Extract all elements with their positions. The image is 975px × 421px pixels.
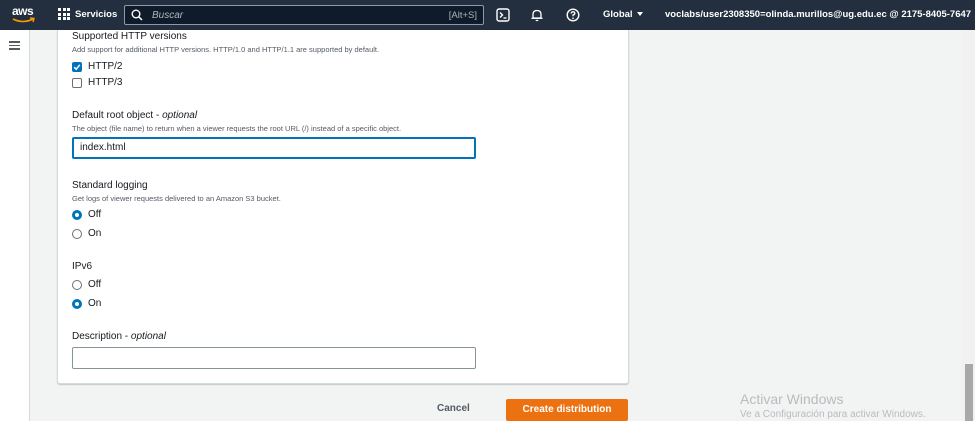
check-icon (73, 64, 81, 71)
grid-icon (58, 8, 70, 20)
aws-smile-icon (12, 17, 35, 23)
http3-checkbox[interactable] (72, 78, 82, 88)
scrollbar-thumb[interactable] (965, 364, 973, 421)
cancel-button[interactable]: Cancel (437, 403, 470, 414)
search-bar[interactable]: Buscar [Alt+S] (124, 5, 484, 25)
http3-label: HTTP/3 (88, 77, 123, 88)
ipv6-label: IPv6 (72, 261, 93, 272)
search-placeholder: Buscar (152, 9, 184, 21)
settings-panel: Supported HTTP versions Add support for … (57, 30, 629, 384)
root-object-input[interactable]: index.html (72, 137, 476, 159)
logging-label: Standard logging (72, 180, 148, 191)
account-menu[interactable]: voclabs/user2308350=olinda.murillos@ug.e… (665, 9, 975, 20)
logging-on-radio[interactable] (72, 229, 82, 239)
aws-logo[interactable]: aws (12, 5, 36, 25)
menu-icon[interactable] (9, 41, 20, 50)
logging-off-label: Off (88, 209, 102, 220)
logging-on-label: On (88, 228, 102, 239)
ipv6-off-radio[interactable] (72, 280, 82, 290)
side-navigation-strip (0, 30, 30, 421)
http2-label: HTTP/2 (88, 61, 123, 72)
chevron-down-icon (636, 12, 643, 16)
create-distribution-button[interactable]: Create distribution (506, 399, 628, 421)
region-label: Global (603, 9, 633, 20)
region-selector[interactable]: Global (603, 9, 643, 20)
services-label: Servicios (75, 8, 118, 20)
http2-checkbox[interactable] (72, 62, 82, 72)
logging-description: Get logs of viewer requests delivered to… (72, 194, 281, 203)
activation-watermark-subtitle: Ve a Configuración para activar Windows. (740, 409, 926, 420)
ipv6-off-label: Off (88, 279, 102, 290)
ipv6-on-label: On (88, 298, 102, 309)
services-menu[interactable]: Servicios (58, 8, 117, 20)
http-versions-description: Add support for additional HTTP versions… (72, 45, 380, 54)
http-versions-label: Supported HTTP versions (72, 31, 187, 42)
help-icon[interactable] (566, 8, 580, 22)
ipv6-on-radio[interactable] (72, 299, 82, 309)
cloudshell-icon[interactable] (496, 8, 510, 22)
logging-off-radio[interactable] (72, 210, 82, 220)
search-shortcut: [Alt+S] (448, 9, 477, 21)
root-object-label: Default root object - optional (72, 110, 198, 121)
search-icon (131, 9, 143, 21)
bell-icon[interactable] (530, 8, 544, 22)
aws-logo-text: aws (12, 4, 34, 18)
activation-watermark-title: Activar Windows (740, 391, 844, 407)
description-input[interactable] (72, 347, 476, 369)
root-object-description: The object (file name) to return when a … (72, 124, 402, 133)
top-navigation: aws Servicios Buscar [Alt+S] Global vocl… (0, 0, 975, 30)
description-label: Description - optional (72, 331, 166, 342)
scrollbar-track[interactable] (962, 30, 975, 421)
account-label: voclabs/user2308350=olinda.murillos@ug.e… (665, 9, 972, 20)
